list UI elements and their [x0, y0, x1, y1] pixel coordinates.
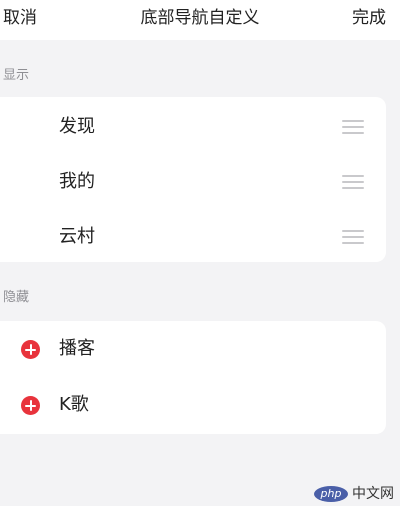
- watermark: php 中文网: [314, 486, 394, 502]
- shown-item-label: 发现: [59, 116, 95, 137]
- done-button[interactable]: 完成: [352, 6, 386, 30]
- drag-handle-icon[interactable]: [342, 120, 364, 134]
- drag-handle-icon[interactable]: [342, 230, 364, 244]
- shown-item-label: 云村: [59, 226, 95, 247]
- watermark-text: 中文网: [352, 486, 394, 502]
- shown-item-discover: 发现: [0, 99, 386, 155]
- hidden-item-label: K歌: [59, 394, 89, 415]
- watermark-logo: php: [314, 486, 348, 502]
- hidden-tabs-list: 播客 K歌: [0, 321, 386, 434]
- drag-handle-icon[interactable]: [342, 175, 364, 189]
- plus-circle-icon[interactable]: [21, 396, 40, 415]
- navigation-bar: 取消 底部导航自定义 完成: [0, 0, 400, 40]
- section-label-shown: 显示: [3, 68, 30, 83]
- shown-tabs-list: 发现 我的 云村: [0, 97, 386, 262]
- page-title: 底部导航自定义: [140, 8, 260, 28]
- plus-circle-icon[interactable]: [21, 340, 40, 359]
- hidden-item-karaoke: K歌: [0, 377, 386, 433]
- section-label-hidden: 隐藏: [3, 290, 30, 305]
- shown-item-label: 我的: [59, 171, 95, 192]
- shown-item-cloud-village: 云村: [0, 209, 386, 265]
- shown-item-mine: 我的: [0, 154, 386, 210]
- hidden-item-podcast: 播客: [0, 321, 386, 377]
- hidden-item-label: 播客: [59, 338, 95, 359]
